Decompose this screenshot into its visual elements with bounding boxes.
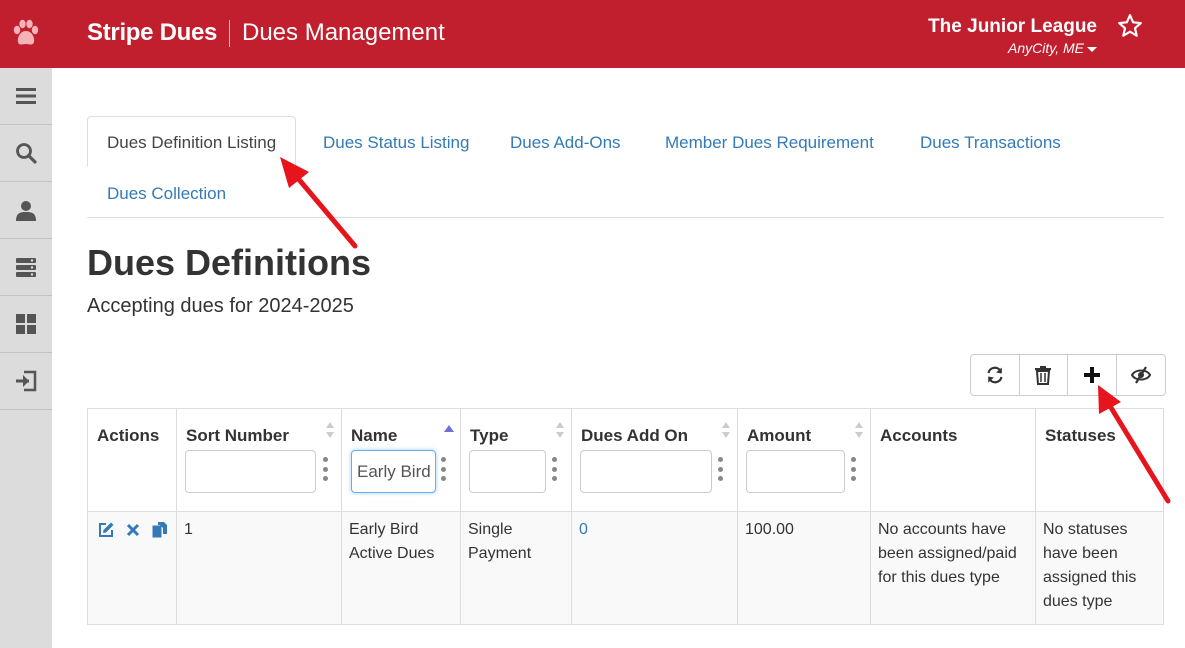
- row-actions: [88, 512, 177, 624]
- module-title: Dues Management: [242, 19, 445, 46]
- dashboard-icon[interactable]: [0, 296, 52, 353]
- dues-definitions-table: Actions Sort Number Name Early Bird Type…: [87, 408, 1164, 625]
- column-label: Type: [470, 426, 509, 445]
- server-icon[interactable]: [0, 239, 52, 296]
- amount-filter-input[interactable]: [746, 450, 845, 493]
- table-toolbar: [970, 354, 1166, 396]
- sort-icon[interactable]: [555, 420, 565, 440]
- paw-logo-icon[interactable]: [0, 0, 52, 68]
- tab-member-dues-requirement[interactable]: Member Dues Requirement: [665, 117, 874, 168]
- more-vertical-icon[interactable]: [440, 457, 446, 481]
- refresh-icon: [987, 366, 1003, 384]
- delete-button[interactable]: [1020, 355, 1068, 395]
- type-filter-input[interactable]: [469, 450, 546, 493]
- column-visibility-button[interactable]: [1117, 355, 1166, 395]
- organization-location-dropdown[interactable]: AnyCity, ME: [1008, 40, 1097, 56]
- tab-dues-status-listing[interactable]: Dues Status Listing: [323, 117, 469, 168]
- dues-add-on-link[interactable]: 0: [579, 521, 588, 538]
- edit-icon[interactable]: [97, 521, 115, 539]
- column-label: Accounts: [880, 426, 958, 445]
- cell-statuses: No statuses have been assigned this dues…: [1043, 521, 1137, 610]
- brand-name[interactable]: Stripe Dues: [87, 19, 217, 47]
- column-header-amount[interactable]: Amount: [738, 409, 871, 512]
- column-label: Sort Number: [186, 426, 289, 445]
- column-header-accounts: Accounts: [871, 409, 1036, 512]
- column-header-type[interactable]: Type: [461, 409, 572, 512]
- logout-icon[interactable]: [0, 353, 52, 410]
- tab-dues-add-ons[interactable]: Dues Add-Ons: [510, 117, 621, 168]
- cell-amount: 100.00: [738, 512, 871, 624]
- user-icon[interactable]: [0, 182, 52, 239]
- caret-down-icon: [1087, 46, 1097, 52]
- column-label: Dues Add On: [581, 426, 689, 445]
- name-filter-input[interactable]: Early Bird: [351, 450, 436, 493]
- cell-sort-number: 1: [177, 512, 342, 624]
- menu-icon[interactable]: [0, 68, 52, 125]
- column-header-sort-number[interactable]: Sort Number: [177, 409, 342, 512]
- organization-name[interactable]: The Junior League: [928, 16, 1097, 38]
- copy-icon[interactable]: [151, 521, 169, 539]
- sort-icon[interactable]: [721, 420, 731, 440]
- column-label: Statuses: [1045, 426, 1116, 445]
- cell-dues-add-on: 0: [572, 512, 738, 624]
- more-vertical-icon[interactable]: [322, 457, 328, 481]
- brand-divider: [229, 20, 230, 47]
- table-row[interactable]: 1 Early Bird Active Dues Single Payment …: [88, 512, 1163, 624]
- add-button[interactable]: [1068, 355, 1117, 395]
- dues-add-on-filter-input[interactable]: [580, 450, 712, 493]
- cell-type: Single Payment: [461, 512, 572, 624]
- sort-icon[interactable]: [854, 420, 864, 440]
- column-header-statuses: Statuses: [1036, 409, 1164, 512]
- tab-dues-definition-listing[interactable]: Dues Definition Listing: [87, 116, 297, 167]
- sort-ascending-icon[interactable]: [444, 420, 454, 440]
- more-vertical-icon[interactable]: [717, 457, 723, 481]
- tab-bar: Dues Definition Listing Dues Status List…: [87, 116, 1164, 218]
- column-header-actions: Actions: [88, 409, 177, 512]
- page-subtitle: Accepting dues for 2024-2025: [87, 295, 354, 317]
- trash-icon: [1035, 366, 1052, 385]
- column-label: Name: [351, 426, 398, 445]
- close-icon[interactable]: [125, 521, 141, 539]
- sort-number-filter-input[interactable]: [185, 450, 316, 493]
- column-label: Actions: [97, 426, 160, 445]
- column-label: Amount: [747, 426, 812, 445]
- column-header-dues-add-on[interactable]: Dues Add On: [572, 409, 738, 512]
- sort-icon[interactable]: [325, 420, 335, 440]
- top-bar: Stripe Dues Dues Management The Junior L…: [0, 0, 1185, 68]
- column-header-name[interactable]: Name Early Bird: [342, 409, 461, 512]
- search-icon[interactable]: [0, 125, 52, 182]
- page-title: Dues Definitions: [87, 242, 372, 283]
- plus-icon: [1083, 367, 1100, 383]
- sidebar: [0, 68, 52, 648]
- tab-dues-collection[interactable]: Dues Collection: [107, 168, 226, 219]
- refresh-button[interactable]: [971, 355, 1020, 395]
- eye-slash-icon: [1130, 366, 1151, 384]
- star-icon[interactable]: [1116, 10, 1144, 42]
- cell-name: Early Bird Active Dues: [342, 512, 461, 624]
- cell-accounts: No accounts have been assigned/paid for …: [871, 512, 1036, 624]
- organization-location: AnyCity, ME: [1008, 40, 1084, 56]
- more-vertical-icon[interactable]: [551, 457, 557, 481]
- tab-dues-transactions[interactable]: Dues Transactions: [920, 117, 1061, 168]
- more-vertical-icon[interactable]: [850, 457, 856, 481]
